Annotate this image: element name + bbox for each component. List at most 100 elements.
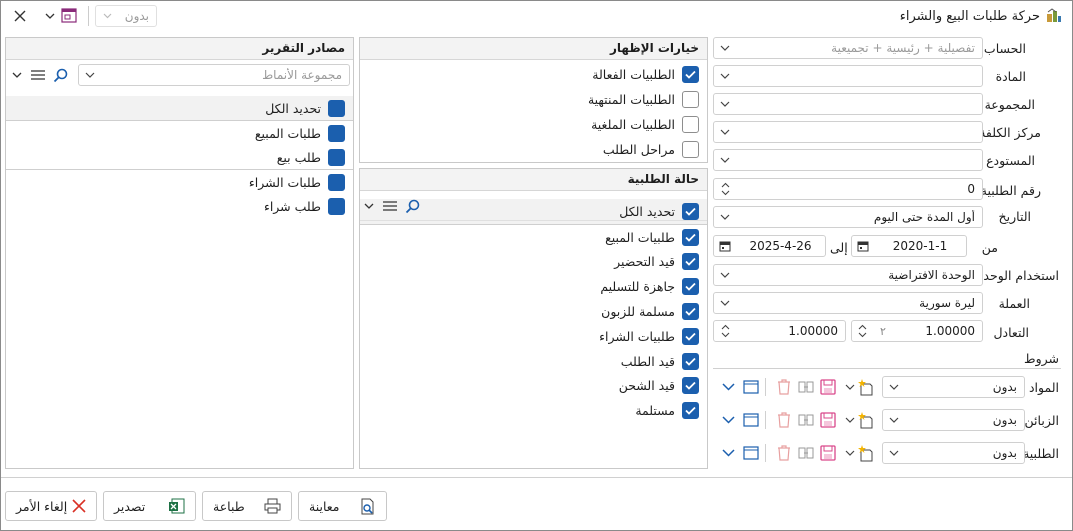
display-option-3[interactable]: مراحل الطلب (360, 137, 707, 162)
rs-sale-group[interactable]: طلبات المبيع (6, 121, 353, 145)
window-icon[interactable] (741, 378, 761, 396)
save-icon[interactable] (818, 378, 838, 396)
spinner-icon[interactable] (852, 324, 872, 338)
checkbox-checked[interactable] (682, 352, 699, 370)
cost-center-combo[interactable] (713, 121, 983, 143)
checkbox-checked[interactable] (328, 197, 345, 215)
rate-input-secondary[interactable]: 1.00000 (713, 320, 846, 342)
rs-purchase-group[interactable]: طلبات الشراء (6, 170, 353, 194)
checkbox-checked[interactable] (328, 173, 345, 191)
close-icon (14, 10, 26, 22)
close-button[interactable] (11, 6, 29, 26)
status-purchase-group[interactable]: طلبيات الشراء (360, 324, 707, 349)
expand-chevron-icon[interactable] (718, 378, 738, 396)
delete-icon[interactable] (774, 378, 794, 396)
save-icon[interactable] (818, 444, 838, 462)
unit-usage-combo[interactable]: الوحدة الافتراضية (713, 264, 983, 286)
spinner-icon[interactable] (714, 182, 736, 196)
export-button[interactable]: تصدير (103, 491, 196, 521)
expand-button[interactable] (10, 67, 24, 83)
expand-chevron-icon[interactable] (718, 411, 738, 429)
checkbox-checked[interactable] (682, 228, 699, 246)
chevron-down-icon[interactable] (840, 378, 860, 396)
date-range-combo[interactable]: أول المدة حتى اليوم (713, 206, 983, 228)
checkbox-checked[interactable] (328, 124, 345, 142)
display-option-1[interactable]: الطلبيات المنتهية (360, 87, 707, 112)
duplicate-icon[interactable] (796, 411, 816, 429)
calendar-icon[interactable] (714, 240, 736, 252)
checkbox-unchecked[interactable] (682, 141, 699, 158)
checkbox-checked[interactable] (328, 148, 345, 166)
account-combo[interactable]: تفصيلية + رئيسية + تجميعية (713, 37, 983, 59)
condition-combo[interactable]: بدون (882, 409, 1025, 431)
date-label: التاريخ (998, 209, 1031, 224)
status-sale-item[interactable]: مسلمة للزبون (360, 299, 707, 324)
to-date-input[interactable]: 2025-4-26 (713, 235, 826, 257)
checkbox-checked[interactable] (682, 303, 699, 321)
display-option-label: الطلبيات الملغية (591, 117, 675, 132)
status-purchase-item[interactable]: قيد الطلب (360, 349, 707, 374)
search-button[interactable] (52, 67, 68, 83)
status-sale-item[interactable]: جاهزة للتسليم (360, 274, 707, 299)
display-option-0[interactable]: الطلبيات الفعالة (360, 62, 707, 87)
condition-combo[interactable]: بدون (882, 442, 1025, 464)
checkbox-checked[interactable] (682, 327, 699, 345)
delete-icon[interactable] (774, 411, 794, 429)
order-number-input[interactable]: 0 (713, 178, 983, 200)
preview-button[interactable]: معاينة (298, 491, 387, 521)
rate-input-primary[interactable]: 1.00000 ٢ (851, 320, 983, 342)
status-sale-group[interactable]: طلبيات المبيع (360, 225, 707, 250)
calendar-icon[interactable] (852, 240, 874, 252)
rs-purchase-item-label: طلب شراء (263, 198, 321, 214)
status-sale-item[interactable]: قيد التحضير (360, 250, 707, 275)
status-purchase-item[interactable]: مستلمة (360, 398, 707, 423)
layout-button[interactable] (59, 6, 81, 26)
checkbox-checked[interactable] (682, 402, 699, 420)
delete-icon[interactable] (774, 444, 794, 462)
spinner-icon[interactable] (714, 324, 736, 338)
status-purchase-item[interactable]: قيد الشحن (360, 374, 707, 399)
display-option-2[interactable]: الطلبيات الملغية (360, 112, 707, 137)
report-sources-title: مصادر التقرير (6, 38, 353, 60)
from-date-input[interactable]: 2020-1-1 (851, 235, 967, 257)
rs-purchase-item[interactable]: طلب شراء (6, 194, 353, 218)
preview-label: معاينة (309, 498, 340, 514)
template-combo[interactable]: بدون (95, 5, 157, 27)
checkbox-checked[interactable] (682, 377, 699, 395)
expand-button[interactable] (362, 198, 376, 214)
checkbox-checked[interactable] (328, 99, 345, 117)
duplicate-icon[interactable] (796, 378, 816, 396)
rate-value-primary: 1.00000 (925, 324, 975, 338)
print-label: طباعة (213, 498, 245, 514)
list-menu-button[interactable] (382, 198, 398, 214)
rs-select-all[interactable]: تحديد الكل (6, 96, 353, 120)
expand-chevron-icon[interactable] (718, 444, 738, 462)
chevron-down-icon[interactable] (840, 411, 860, 429)
group-combo[interactable] (713, 93, 983, 115)
pattern-group-combo[interactable]: مجموعة الأنماط (78, 64, 350, 86)
print-button[interactable]: طباعة (202, 491, 292, 521)
checkbox-unchecked[interactable] (682, 116, 699, 133)
rs-sale-item[interactable]: طلب بيع (6, 145, 353, 169)
menu-dropdown-chevron[interactable] (43, 6, 57, 26)
search-button[interactable] (404, 198, 420, 214)
duplicate-icon[interactable] (796, 444, 816, 462)
list-menu-button[interactable] (30, 67, 46, 83)
window-icon[interactable] (741, 411, 761, 429)
checkbox-checked[interactable] (682, 278, 699, 296)
condition-combo[interactable]: بدون (882, 376, 1025, 398)
cancel-button[interactable]: إلغاء الأمر (5, 491, 97, 521)
currency-combo[interactable]: ليرة سورية (713, 292, 983, 314)
unit-usage-label: استخدام الوحدة (976, 268, 1059, 283)
display-options-panel: خيارات الإظهار الطلبيات الفعالة الطلبيات … (359, 37, 708, 163)
checkbox-checked[interactable] (682, 253, 699, 271)
checkbox-checked[interactable] (682, 66, 699, 83)
chevron-down-icon[interactable] (840, 444, 860, 462)
checkbox-unchecked[interactable] (682, 91, 699, 108)
chevron-down-icon (79, 72, 101, 78)
material-combo[interactable] (713, 65, 983, 87)
warehouse-combo[interactable] (713, 149, 983, 171)
window-icon[interactable] (741, 444, 761, 462)
save-icon[interactable] (818, 411, 838, 429)
currency-label: العملة (998, 296, 1030, 311)
